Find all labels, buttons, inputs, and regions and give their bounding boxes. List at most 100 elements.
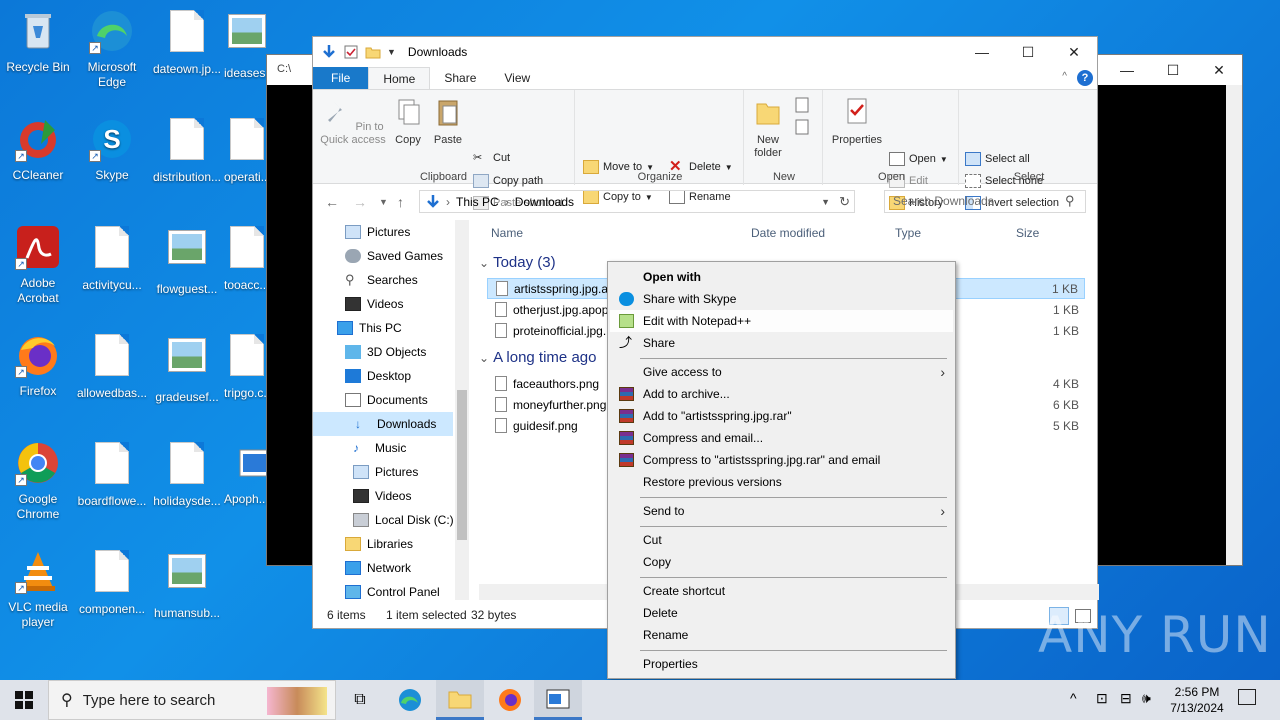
tree-item-control-panel[interactable]: Control Panel xyxy=(345,580,457,602)
tab-share[interactable]: Share xyxy=(430,67,490,89)
desktop-icon-firefox[interactable]: ↗ Firefox xyxy=(0,332,76,399)
maximize-button[interactable]: ☐ xyxy=(1150,55,1196,85)
menu-item-cut[interactable]: Cut xyxy=(610,529,953,551)
desktop-file-activitycu[interactable]: activitycu... xyxy=(74,224,150,293)
select-all-button[interactable]: Select all xyxy=(965,149,1030,169)
menu-item-share-skype[interactable]: Share with Skype xyxy=(610,288,953,310)
close-button[interactable]: ✕ xyxy=(1051,37,1097,67)
desktop-icon-acrobat[interactable]: ↗ Adobe Acrobat xyxy=(0,224,76,306)
tab-view[interactable]: View xyxy=(490,67,544,89)
scroll-thumb[interactable] xyxy=(457,390,467,540)
menu-item-share[interactable]: ⤴ Share xyxy=(610,332,953,354)
clock[interactable]: 2:56 PM 7/13/2024 xyxy=(1162,684,1232,716)
folder-icon[interactable] xyxy=(365,44,381,60)
breadcrumb-downloads[interactable]: Downloads xyxy=(515,195,574,209)
properties-button[interactable]: Properties xyxy=(829,96,885,147)
recent-chevron-icon[interactable]: ▼ xyxy=(379,197,388,207)
navigation-pane-scrollbar[interactable] xyxy=(455,220,469,600)
menu-item-compress-rar-email[interactable]: Compress to "artistsspring.jpg.rar" and … xyxy=(610,449,953,471)
desktop-icon-edge[interactable]: ↗ Microsoft Edge xyxy=(74,8,150,90)
desktop-file-humansub[interactable]: humansub... xyxy=(149,548,225,621)
task-view-button[interactable]: ⧉ xyxy=(336,680,384,720)
taskbar-firefox[interactable] xyxy=(486,680,534,720)
tree-item-pictures[interactable]: Pictures xyxy=(345,220,457,244)
new-item-icons[interactable] xyxy=(794,96,814,140)
new-folder-button[interactable]: New folder xyxy=(748,96,788,160)
minimize-button[interactable]: — xyxy=(1104,55,1150,85)
forward-arrow-icon[interactable]: → xyxy=(353,194,367,210)
desktop-file-tripgo[interactable]: tripgo.c... xyxy=(224,332,266,401)
back-arrow-icon[interactable]: ← xyxy=(325,194,339,210)
menu-item-copy[interactable]: Copy xyxy=(610,551,953,573)
menu-item-compress-email[interactable]: Compress and email... xyxy=(610,427,953,449)
tree-item-this-pc[interactable]: This PC xyxy=(337,316,457,340)
maximize-button[interactable]: ☐ xyxy=(1005,37,1051,67)
address-dropdown-icon[interactable]: ▼ xyxy=(821,197,830,207)
column-header-type[interactable]: Type xyxy=(895,226,921,240)
desktop-file-tooacc[interactable]: tooacc... xyxy=(224,224,266,293)
menu-item-open-with[interactable]: Open with xyxy=(610,266,953,288)
help-icon[interactable]: ? xyxy=(1077,70,1093,86)
minimize-button[interactable]: — xyxy=(959,37,1005,67)
copy-button[interactable]: Copy xyxy=(391,96,425,147)
tab-file[interactable]: File xyxy=(313,67,369,89)
menu-item-send-to[interactable]: Send to › xyxy=(610,500,953,522)
menu-item-give-access[interactable]: Give access to › xyxy=(610,361,953,383)
desktop-file-operati[interactable]: operati... xyxy=(224,116,266,185)
tree-item-libraries[interactable]: Libraries xyxy=(345,532,457,556)
desktop-icon-chrome[interactable]: ↗ Google Chrome xyxy=(0,440,76,522)
tree-item-downloads[interactable]: ↓ Downloads xyxy=(313,412,453,436)
column-header-name[interactable]: Name xyxy=(491,226,523,240)
tree-item-3d-objects[interactable]: 3D Objects xyxy=(345,340,457,364)
desktop-icon-apoph[interactable]: Apoph... xyxy=(224,440,271,507)
tree-item-music[interactable]: ♪ Music xyxy=(353,436,457,460)
chevron-down-icon[interactable]: ▼ xyxy=(387,47,396,57)
ribbon-expand-icon[interactable]: ^ xyxy=(1062,71,1067,82)
menu-item-create-shortcut[interactable]: Create shortcut xyxy=(610,580,953,602)
start-button[interactable] xyxy=(0,680,48,720)
tab-home[interactable]: Home xyxy=(368,67,431,89)
open-button[interactable]: Open ▼ xyxy=(889,149,948,169)
cut-button[interactable]: ✂ Cut xyxy=(473,148,510,168)
paste-button[interactable]: Paste xyxy=(431,96,465,147)
desktop-file-componen[interactable]: componen... xyxy=(74,548,150,617)
taskbar-edge[interactable] xyxy=(386,680,434,720)
tree-item-desktop[interactable]: Desktop xyxy=(345,364,457,388)
notifications-icon[interactable] xyxy=(1238,689,1256,705)
desktop-file-allowedbas[interactable]: allowedbas... xyxy=(74,332,150,401)
column-header-date[interactable]: Date modified xyxy=(751,226,825,240)
console-scrollbar[interactable] xyxy=(1226,85,1242,565)
up-arrow-icon[interactable]: ↑ xyxy=(397,194,404,210)
menu-item-add-rar[interactable]: Add to "artistsspring.jpg.rar" xyxy=(610,405,953,427)
tree-item-saved-games[interactable]: Saved Games xyxy=(345,244,457,268)
tree-item-videos-pc[interactable]: Videos xyxy=(353,484,457,508)
group-header-today[interactable]: ⌄ Today (3) xyxy=(479,254,556,271)
desktop-file-dateown[interactable]: dateown.jp... xyxy=(149,8,225,77)
menu-item-properties[interactable]: Properties xyxy=(610,653,953,675)
breadcrumb-this-pc[interactable]: This PC xyxy=(456,195,499,209)
desktop-file-distribution[interactable]: distribution... xyxy=(149,116,225,185)
taskbar-file-explorer[interactable] xyxy=(436,680,484,720)
column-header-size[interactable]: Size xyxy=(1016,226,1039,240)
refresh-icon[interactable]: ↻ xyxy=(839,194,850,210)
taskbar-search[interactable]: ⚲ Type here to search xyxy=(48,680,336,720)
tree-item-network[interactable]: Network xyxy=(345,556,457,580)
search-input[interactable]: Search Downloads xyxy=(884,190,1086,213)
pin-quick-access-button[interactable]: Pin to Quick access xyxy=(317,96,389,147)
tray-chevron-up-icon[interactable]: ^ xyxy=(1070,690,1077,706)
desktop-file-holidaysde[interactable]: holidaysde... xyxy=(149,440,225,509)
group-header-long-ago[interactable]: ⌄ A long time ago xyxy=(479,349,596,366)
menu-item-delete[interactable]: Delete xyxy=(610,602,953,624)
download-arrow-icon[interactable] xyxy=(321,44,337,60)
tree-item-documents[interactable]: Documents xyxy=(345,388,457,412)
network-tray-icon[interactable]: ⊡ xyxy=(1096,690,1108,707)
desktop-icon-recycle-bin[interactable]: Recycle Bin xyxy=(0,8,76,75)
desktop-icon-ccleaner[interactable]: ↗ CCleaner xyxy=(0,116,76,183)
address-bar[interactable]: › This PC › Downloads ▼ ↻ xyxy=(419,190,855,213)
desktop-icon-vlc[interactable]: ↗ VLC media player xyxy=(0,548,76,630)
menu-item-restore-versions[interactable]: Restore previous versions xyxy=(610,471,953,493)
menu-item-rename[interactable]: Rename xyxy=(610,624,953,646)
desktop-file-flowguest[interactable]: flowguest... xyxy=(149,224,225,297)
desktop-icon-skype[interactable]: S ↗ Skype xyxy=(74,116,150,183)
tree-item-videos[interactable]: Videos xyxy=(345,292,457,316)
